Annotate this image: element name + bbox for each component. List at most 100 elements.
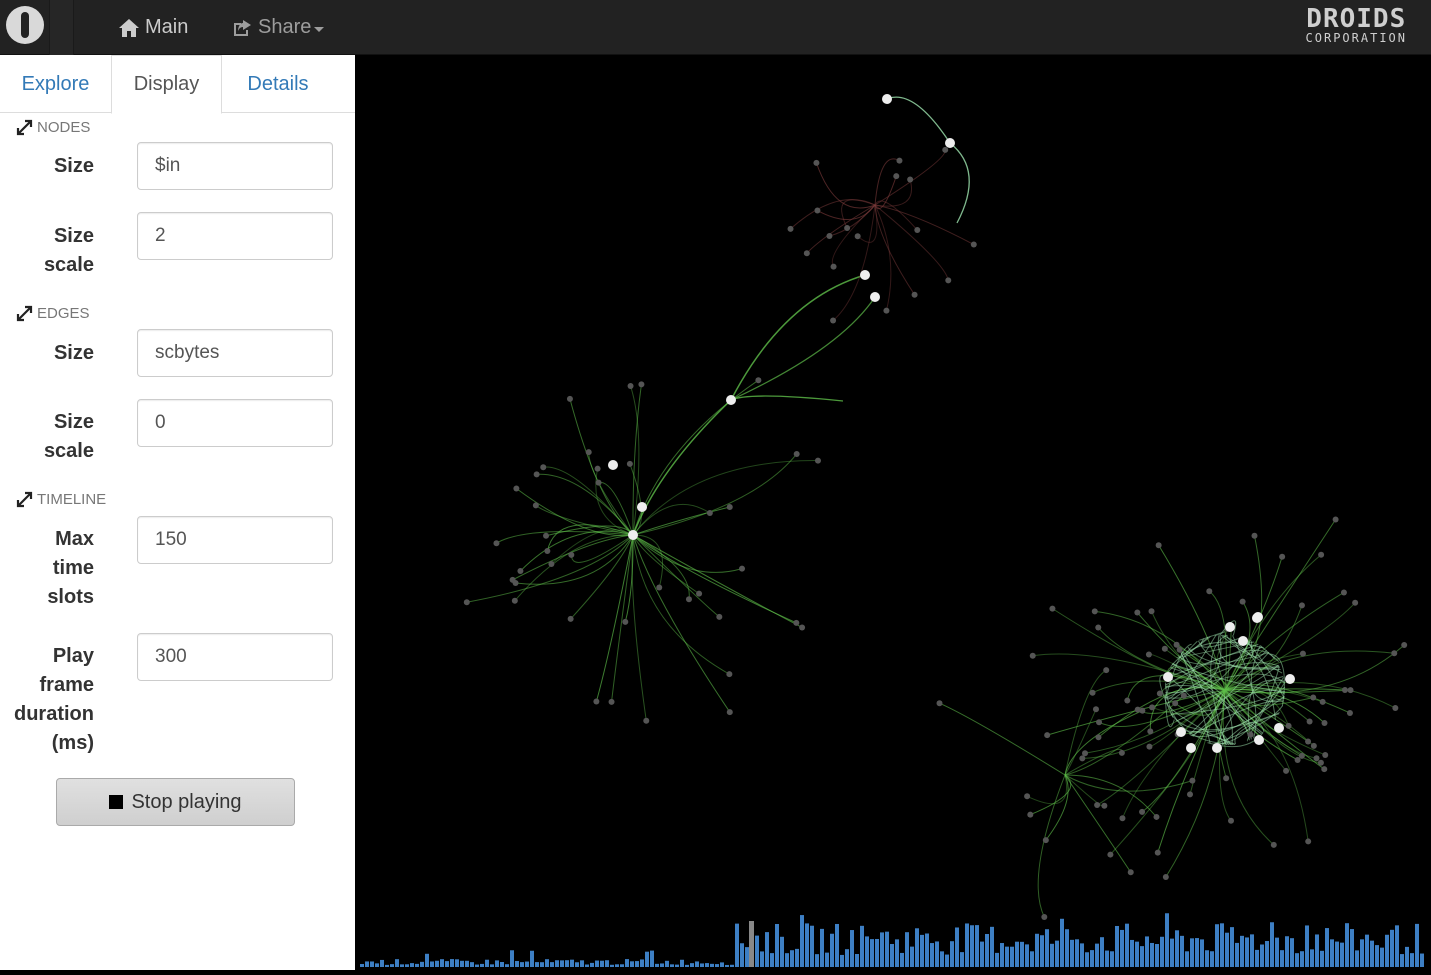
graph-node[interactable] xyxy=(716,613,723,620)
graph-node[interactable] xyxy=(1319,698,1326,705)
graph-node[interactable] xyxy=(787,225,794,232)
graph-node[interactable] xyxy=(1153,813,1160,820)
graph-node[interactable] xyxy=(1313,755,1320,762)
graph-node[interactable] xyxy=(1139,808,1146,815)
graph-node[interactable] xyxy=(1049,605,1056,612)
graph-node[interactable] xyxy=(914,227,921,234)
graph-node[interactable] xyxy=(793,619,800,626)
graph-node[interactable] xyxy=(1148,608,1155,615)
graph-node[interactable] xyxy=(1145,651,1152,658)
graph-node[interactable] xyxy=(1091,608,1098,615)
graph-node[interactable] xyxy=(1352,599,1359,606)
graph-node[interactable] xyxy=(1095,734,1102,741)
graph-node[interactable] xyxy=(830,317,837,324)
play-frame-duration-input[interactable] xyxy=(137,633,333,681)
graph-node[interactable] xyxy=(1173,641,1180,648)
graph-node[interactable] xyxy=(1254,735,1264,745)
timeline-cursor[interactable] xyxy=(749,921,754,967)
graph-node[interactable] xyxy=(1239,598,1246,605)
graph-node[interactable] xyxy=(726,709,733,716)
graph-node[interactable] xyxy=(1176,646,1183,653)
graph-node[interactable] xyxy=(1341,687,1348,694)
graph-node[interactable] xyxy=(608,460,618,470)
graph-node[interactable] xyxy=(1340,589,1347,596)
graph-node[interactable] xyxy=(793,450,800,457)
graph-node[interactable] xyxy=(1172,700,1179,707)
graph-node[interactable] xyxy=(543,532,550,539)
graph-node[interactable] xyxy=(1044,732,1051,739)
graph-node[interactable] xyxy=(1270,841,1277,848)
graph-node[interactable] xyxy=(1079,755,1086,762)
graph-node[interactable] xyxy=(1024,793,1031,800)
graph-node[interactable] xyxy=(1391,650,1398,657)
graph-node[interactable] xyxy=(1146,743,1153,750)
graph-node[interactable] xyxy=(595,479,602,486)
graph-node[interactable] xyxy=(1118,749,1125,756)
graph-node[interactable] xyxy=(1225,622,1235,632)
graph-node[interactable] xyxy=(1176,727,1186,737)
graph-node[interactable] xyxy=(1299,650,1306,657)
graph-node[interactable] xyxy=(844,225,851,232)
graph-node[interactable] xyxy=(814,457,821,464)
graph-node[interactable] xyxy=(1027,811,1034,818)
edges-size-scale-input[interactable] xyxy=(137,399,333,447)
graph-node[interactable] xyxy=(511,597,518,604)
graph-node[interactable] xyxy=(1228,817,1235,824)
graph-node[interactable] xyxy=(643,717,650,724)
graph-node[interactable] xyxy=(945,277,952,284)
graph-node[interactable] xyxy=(628,530,638,540)
graph-node[interactable] xyxy=(1154,849,1161,856)
graph-node[interactable] xyxy=(1029,652,1036,659)
graph-node[interactable] xyxy=(813,159,820,166)
graph-node[interactable] xyxy=(830,263,837,270)
graph-node[interactable] xyxy=(463,599,470,606)
graph-node[interactable] xyxy=(608,698,615,705)
graph-node[interactable] xyxy=(1321,766,1328,773)
graph-node[interactable] xyxy=(656,584,663,591)
graph-node[interactable] xyxy=(1310,694,1317,701)
graph-node[interactable] xyxy=(638,381,645,388)
graph-node[interactable] xyxy=(870,292,880,302)
graph-node[interactable] xyxy=(1092,706,1099,713)
graph-node[interactable] xyxy=(568,551,575,558)
stop-playing-button[interactable]: Stop playing xyxy=(56,778,295,826)
graph-node[interactable] xyxy=(1347,687,1354,694)
graph-node[interactable] xyxy=(1089,689,1096,696)
graph-node[interactable] xyxy=(1346,709,1353,716)
max-time-slots-input[interactable] xyxy=(137,516,333,564)
graph-node[interactable] xyxy=(1186,791,1193,798)
graph-node[interactable] xyxy=(1298,752,1305,759)
graph-node[interactable] xyxy=(1274,723,1284,733)
graph-node[interactable] xyxy=(626,460,633,467)
graph-node[interactable] xyxy=(585,449,592,456)
droid-logo-icon[interactable] xyxy=(6,6,44,44)
graph-node[interactable] xyxy=(970,241,977,248)
graph-node[interactable] xyxy=(1103,667,1110,674)
graph-node[interactable] xyxy=(1305,738,1312,745)
graph-node[interactable] xyxy=(512,579,519,586)
graph-node[interactable] xyxy=(1189,777,1196,784)
graph-node[interactable] xyxy=(882,94,892,104)
graph-node[interactable] xyxy=(517,568,524,575)
graph-node[interactable] xyxy=(1156,690,1163,697)
graph-node[interactable] xyxy=(1095,624,1102,631)
graph-node[interactable] xyxy=(860,270,870,280)
graph-node[interactable] xyxy=(1101,802,1108,809)
graph-node[interactable] xyxy=(533,471,540,478)
graph-node[interactable] xyxy=(622,618,629,625)
graph-node[interactable] xyxy=(1186,743,1196,753)
graph-node[interactable] xyxy=(1163,672,1173,682)
graph-node[interactable] xyxy=(1306,718,1313,725)
graph-node[interactable] xyxy=(1318,551,1325,558)
graph-node[interactable] xyxy=(548,560,555,567)
graph-canvas[interactable] xyxy=(355,55,1431,970)
graph-node[interactable] xyxy=(893,173,900,180)
graph-node[interactable] xyxy=(1107,851,1114,858)
graph-node[interactable] xyxy=(1124,697,1131,704)
graph-node[interactable] xyxy=(1283,767,1290,774)
tab-display[interactable]: Display xyxy=(111,55,222,114)
graph-node[interactable] xyxy=(1206,588,1213,595)
graph-node[interactable] xyxy=(1162,874,1169,881)
graph-node[interactable] xyxy=(1392,704,1399,711)
section-nodes-header[interactable]: NODES xyxy=(16,119,90,136)
